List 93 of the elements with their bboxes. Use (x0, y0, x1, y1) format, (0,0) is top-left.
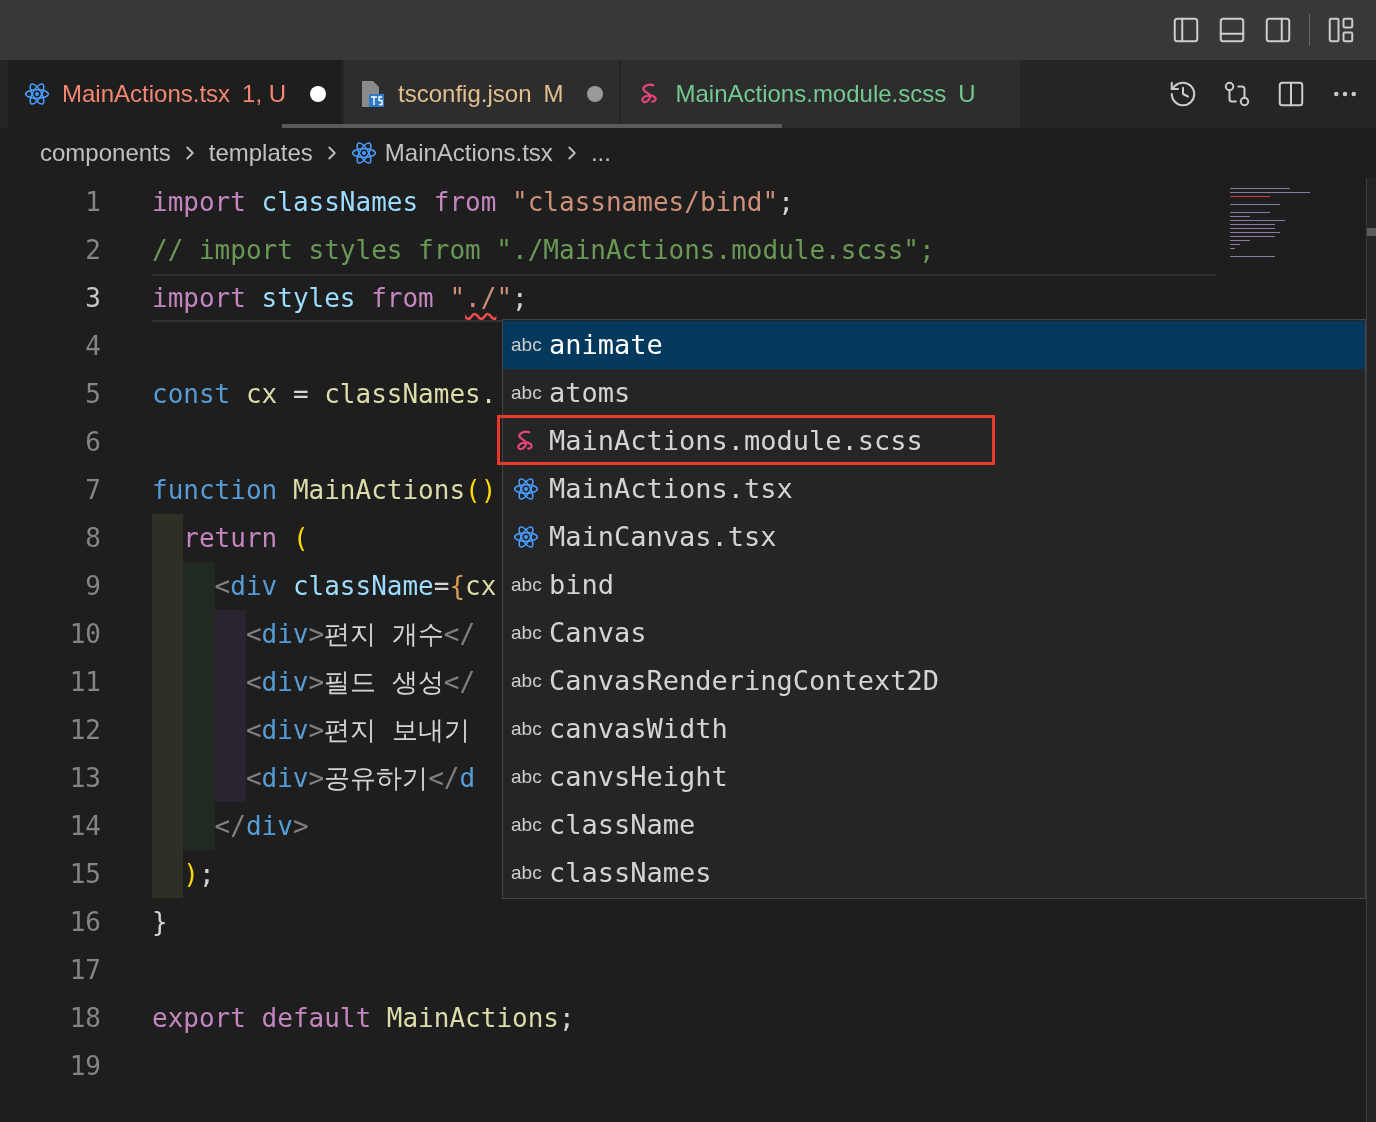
line-number: 8 (84, 521, 101, 555)
suggestion-item[interactable]: abc bind (503, 561, 1365, 609)
code-line: <div>편지 개수</ (245, 617, 476, 651)
line-number: 14 (68, 809, 101, 843)
suggestion-label: MainActions.module.scss (549, 423, 923, 458)
react-icon (350, 140, 377, 166)
suggestion-label: animate (549, 327, 663, 362)
code-line: // import styles from "./MainActions.module.scss"; (152, 233, 935, 267)
toggle-secondary-sidebar-icon[interactable] (1263, 15, 1293, 45)
suggestion-label: atoms (549, 375, 631, 410)
suggestion-item[interactable]: MainActions.module.scss (503, 417, 1365, 465)
code-line: <div className={cx (214, 569, 497, 603)
suggestion-item[interactable]: MainActions.tsx (503, 465, 1365, 513)
line-number: 16 (68, 905, 101, 939)
code-line: import classNames from "classnames/bind"; (152, 185, 794, 219)
code-line: <div>편지 보내기 (245, 713, 470, 747)
suggestion-kind: abc (511, 716, 541, 741)
line-number: 7 (84, 473, 101, 507)
code-line: <div>공유하기</d (245, 761, 476, 795)
code-line: return ( (183, 521, 309, 555)
compare-changes-icon[interactable] (1222, 79, 1252, 109)
breadcrumb-item[interactable]: MainActions.tsx (346, 135, 557, 171)
toggle-panel-icon[interactable] (1217, 15, 1247, 45)
suggestion-kind: abc (511, 572, 541, 597)
suggestion-label: Canvas (549, 615, 647, 650)
code-line: const cx = classNames. (152, 377, 497, 411)
toggle-primary-sidebar-icon[interactable] (1171, 15, 1201, 45)
line-number: 15 (68, 857, 101, 891)
suggestion-item[interactable]: abc atoms (503, 369, 1365, 417)
suggestion-kind: abc (511, 620, 541, 645)
suggestion-label: canvasWidth (549, 711, 728, 746)
line-number: 1 (84, 185, 101, 219)
editor-tab[interactable]: MainActions.tsx 1, U (8, 60, 343, 128)
customize-layout-icon[interactable] (1326, 15, 1356, 45)
line-number: 5 (84, 377, 101, 411)
suggestion-kind: abc (511, 764, 541, 789)
ts-file-icon (360, 80, 387, 108)
suggestion-kind: abc (511, 812, 541, 837)
suggestion-item[interactable]: MainCanvas.tsx (503, 513, 1365, 561)
tab-label: MainActions.tsx (62, 79, 231, 109)
line-number: 6 (84, 425, 101, 459)
suggestion-item[interactable]: abc canvasWidth (503, 705, 1365, 753)
suggestion-kind: abc (511, 332, 541, 357)
breadcrumb-item[interactable]: ... (586, 135, 615, 171)
suggestion-item[interactable]: abc classNames (503, 849, 1365, 897)
suggestion-item[interactable]: abc CanvasRenderingContext2D (503, 657, 1365, 705)
line-number: 2 (84, 233, 101, 267)
tab-status: M (543, 79, 564, 109)
suggestion-label: bind (549, 567, 615, 602)
line-number: 9 (84, 569, 101, 603)
suggestion-kind: abc (511, 380, 541, 405)
tab-label: MainActions.module.scss (675, 79, 947, 109)
line-number: 12 (68, 713, 101, 747)
code-line: function MainActions() (152, 473, 497, 507)
code-line: import styles from "./"; (152, 281, 528, 315)
suggestion-label: canvsHeight (549, 759, 728, 794)
suggestion-label: MainActions.tsx (549, 471, 793, 506)
suggestion-kind: abc (511, 668, 541, 693)
code-line: } (152, 905, 168, 939)
line-number: 19 (68, 1049, 101, 1083)
suggestion-item[interactable]: abc canvsHeight (503, 753, 1365, 801)
editor-tab[interactable]: MainActions.module.scss U (621, 60, 1020, 128)
timeline-icon[interactable] (1168, 79, 1198, 109)
react-icon (513, 476, 539, 502)
line-number: 18 (68, 1001, 101, 1035)
line-number: 11 (68, 665, 101, 699)
line-number: 13 (68, 761, 101, 795)
code-line: export default MainActions; (152, 1001, 575, 1035)
suggestion-label: className (549, 807, 696, 842)
line-number: 17 (68, 953, 101, 987)
scrollbar-thumb[interactable] (1367, 228, 1376, 236)
code-line: <div>필드 생성</ (245, 665, 476, 699)
suggestion-item[interactable]: abc Canvas (503, 609, 1365, 657)
split-editor-icon[interactable] (1276, 79, 1306, 109)
react-icon (24, 81, 50, 107)
suggestion-label: CanvasRenderingContext2D (549, 663, 940, 698)
suggestion-item[interactable]: abc animate (503, 321, 1365, 369)
tab-status: 1, U (242, 79, 287, 109)
code-line: </div> (214, 809, 309, 843)
code-line: ); (183, 857, 215, 891)
breadcrumb-item[interactable]: components (36, 135, 175, 171)
tab-label: tsconfig.json (398, 79, 532, 109)
suggestion-item[interactable]: abc className (503, 801, 1365, 849)
tab-status: U (958, 79, 976, 109)
breadcrumb-item[interactable]: templates (204, 135, 317, 171)
suggestion-kind: abc (511, 860, 541, 885)
line-number: 10 (68, 617, 101, 651)
tab-scrollbar[interactable] (282, 124, 782, 128)
suggestion-label: MainCanvas.tsx (549, 519, 777, 554)
react-icon (513, 524, 539, 550)
line-number: 4 (84, 329, 101, 363)
suggestion-label: classNames (549, 855, 712, 890)
line-number: 3 (84, 281, 101, 315)
